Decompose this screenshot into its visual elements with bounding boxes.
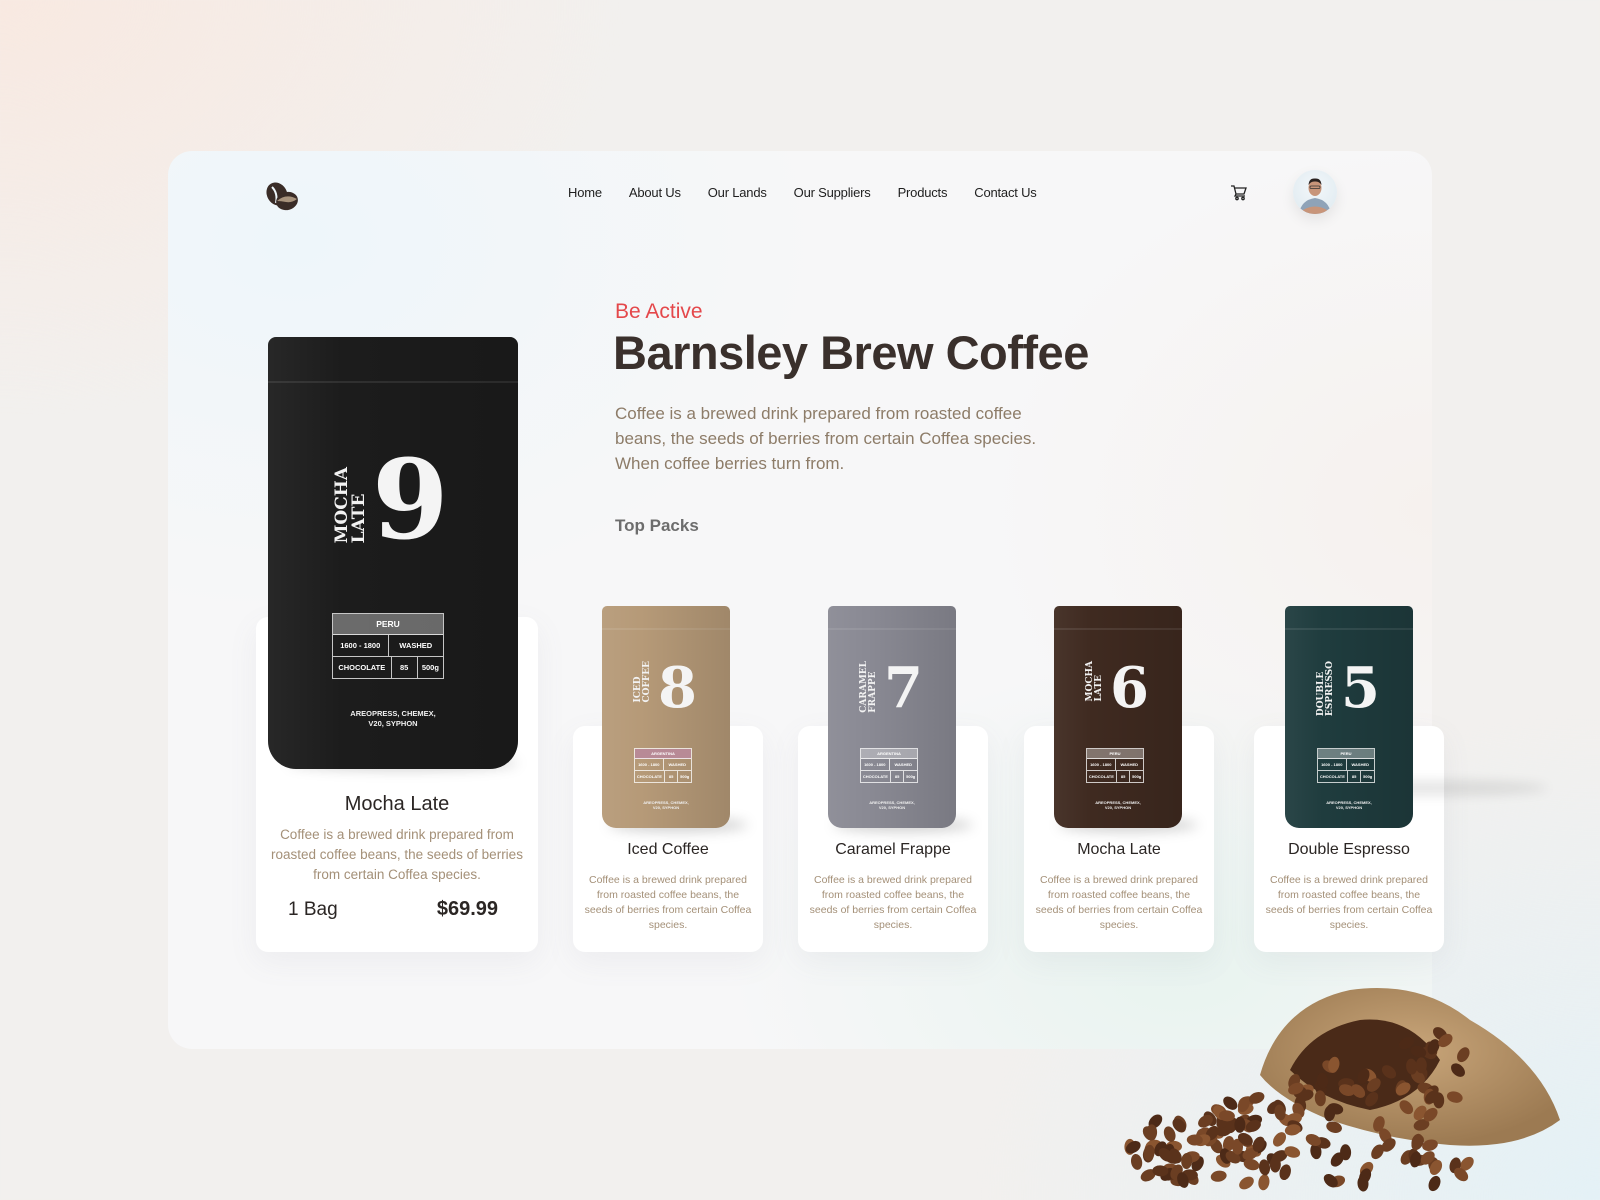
bag-product-name: CARAMEL FRAPPE: [859, 661, 878, 713]
bag-number: 6: [1110, 655, 1149, 721]
bag-product-name: MOCHA LATE: [1085, 661, 1104, 702]
nav-about-us[interactable]: About Us: [629, 185, 681, 200]
bag-altitude: 1600 - 1800: [333, 635, 389, 656]
bag-info-label: PERU 1600 - 1800 WASHED CHOCOLATE 85 500g: [1086, 748, 1144, 783]
product-name: Mocha Late: [1077, 841, 1161, 858]
bag-origin: PERU: [333, 614, 443, 635]
bag-score: 85: [665, 771, 679, 782]
product-description: Coffee is a brewed drink prepared from r…: [1035, 874, 1203, 931]
bag-score: 85: [891, 771, 905, 782]
bag-score: 85: [1117, 771, 1131, 782]
nav-our-suppliers[interactable]: Our Suppliers: [794, 185, 871, 200]
bag-origin: ARGENTINA: [861, 749, 917, 759]
bag-notes: CHOCOLATE: [635, 771, 665, 782]
bag-info-label: ARGENTINA 1600 - 1800 WASHED CHOCOLATE 85 5…: [860, 748, 918, 783]
bag-process: WASHED: [1120, 762, 1139, 767]
user-avatar[interactable]: [1293, 170, 1337, 214]
product-name: Iced Coffee: [627, 841, 709, 858]
coffee-beans-icon[interactable]: [264, 181, 300, 213]
bag-process: WASHED: [668, 762, 687, 767]
page-title: Barnsley Brew Coffee: [613, 326, 1089, 379]
coffee-bean: [1210, 1170, 1227, 1182]
bag-altitude: 1600 - 1800: [1318, 759, 1347, 770]
bag-info-label: PERU 1600 - 1800 WASHED CHOCOLATE 85 500g: [332, 613, 444, 679]
section-title-top-packs: Top Packs: [615, 516, 699, 535]
main-nav: Home About Us Our Lands Our Suppliers Pr…: [568, 185, 1037, 200]
app-window: Home About Us Our Lands Our Suppliers Pr…: [168, 151, 1548, 1049]
product-name: Mocha Late: [344, 793, 450, 815]
coffee-bean: [1239, 1176, 1254, 1190]
nav-our-lands[interactable]: Our Lands: [708, 185, 767, 200]
coffee-bean: [1130, 1153, 1143, 1170]
bag-brew-methods: AREOPRESS, CHEMEX, V20, SYPHON: [1326, 800, 1372, 810]
bag-number: 9: [372, 435, 449, 564]
cart-icon[interactable]: [1230, 183, 1248, 201]
coffee-bag: CARAMEL FRAPPE 7 ARGENTINA 1600 - 1800 WAS…: [828, 606, 956, 828]
bag-weight: 500g: [1363, 774, 1373, 779]
bag-notes: CHOCOLATE: [1318, 771, 1348, 782]
nav-products[interactable]: Products: [898, 185, 948, 200]
bag-process: WASHED: [894, 762, 913, 767]
bag-weight: 500g: [421, 663, 439, 672]
coffee-bean: [1258, 1174, 1270, 1191]
nav-contact-us[interactable]: Contact Us: [974, 185, 1037, 200]
bag-info-label: ARGENTINA 1600 - 1800 WASHED CHOCOLATE 85 5…: [634, 748, 692, 783]
bag-score: 85: [392, 657, 418, 678]
bag-product-name: ICED COFFEE: [633, 661, 652, 703]
bag-brew-methods: AREOPRESS, CHEMEX, V20, SYPHON: [1095, 800, 1141, 810]
bag-origin: PERU: [1087, 749, 1143, 759]
bag-number: 7: [884, 655, 923, 721]
product-description: Coffee is a brewed drink prepared from r…: [271, 827, 523, 882]
bag-process: WASHED: [399, 641, 433, 650]
bag-score: 85: [1348, 771, 1362, 782]
coffee-sack-image: [1090, 950, 1570, 1200]
product-description: Coffee is a brewed drink prepared from r…: [584, 874, 752, 931]
hero-eyebrow: Be Active: [615, 300, 703, 323]
bag-weight: 500g: [906, 774, 916, 779]
bag-origin: ARGENTINA: [635, 749, 691, 759]
product-name: Double Espresso: [1288, 841, 1410, 858]
product-quantity: 1 Bag: [288, 899, 338, 920]
bag-origin: PERU: [1318, 749, 1374, 759]
bag-notes: CHOCOLATE: [861, 771, 891, 782]
bag-process: WASHED: [1351, 762, 1370, 767]
coffee-bag: ICED COFFEE 8 ARGENTINA 1600 - 1800 WASHED…: [602, 606, 730, 828]
coffee-bag: DOUBLE ESPRESSO 5 PERU 1600 - 1800 WASHED …: [1285, 606, 1413, 828]
bag-weight: 500g: [680, 774, 690, 779]
product-description: Coffee is a brewed drink prepared from r…: [1265, 874, 1433, 931]
bag-product-name: MOCHA LATE: [332, 467, 369, 544]
coffee-bag: MOCHA LATE 6 PERU 1600 - 1800 WASHED CHOCO…: [1054, 606, 1182, 828]
featured-coffee-bag: MOCHA LATE 9 PERU 1600 - 1800 WASHED CHOCO…: [268, 337, 518, 769]
bag-product-name: DOUBLE ESPRESSO: [1316, 661, 1335, 717]
nav-home[interactable]: Home: [568, 185, 602, 200]
bag-info-label: PERU 1600 - 1800 WASHED CHOCOLATE 85 500g: [1317, 748, 1375, 783]
bag-notes: CHOCOLATE: [1087, 771, 1117, 782]
bag-altitude: 1600 - 1800: [1087, 759, 1116, 770]
bag-notes: CHOCOLATE: [333, 657, 392, 678]
bag-number: 5: [1341, 655, 1380, 721]
product-price: $69.99: [436, 898, 498, 920]
bag-brew-methods: AREOPRESS, CHEMEX, V20, SYPHON: [869, 800, 915, 810]
bag-altitude: 1600 - 1800: [861, 759, 890, 770]
coffee-bean: [1428, 1175, 1441, 1192]
bag-weight: 500g: [1132, 774, 1142, 779]
hero-description: Coffee is a brewed drink prepared from r…: [615, 404, 1037, 473]
bag-brew-methods: AREOPRESS, CHEMEX, V20, SYPHON: [350, 709, 436, 728]
bag-number: 8: [658, 655, 697, 721]
bag-brew-methods: AREOPRESS, CHEMEX, V20, SYPHON: [643, 800, 689, 810]
product-description: Coffee is a brewed drink prepared from r…: [809, 874, 977, 931]
product-name: Caramel Frappe: [835, 841, 951, 858]
bag-altitude: 1600 - 1800: [635, 759, 664, 770]
